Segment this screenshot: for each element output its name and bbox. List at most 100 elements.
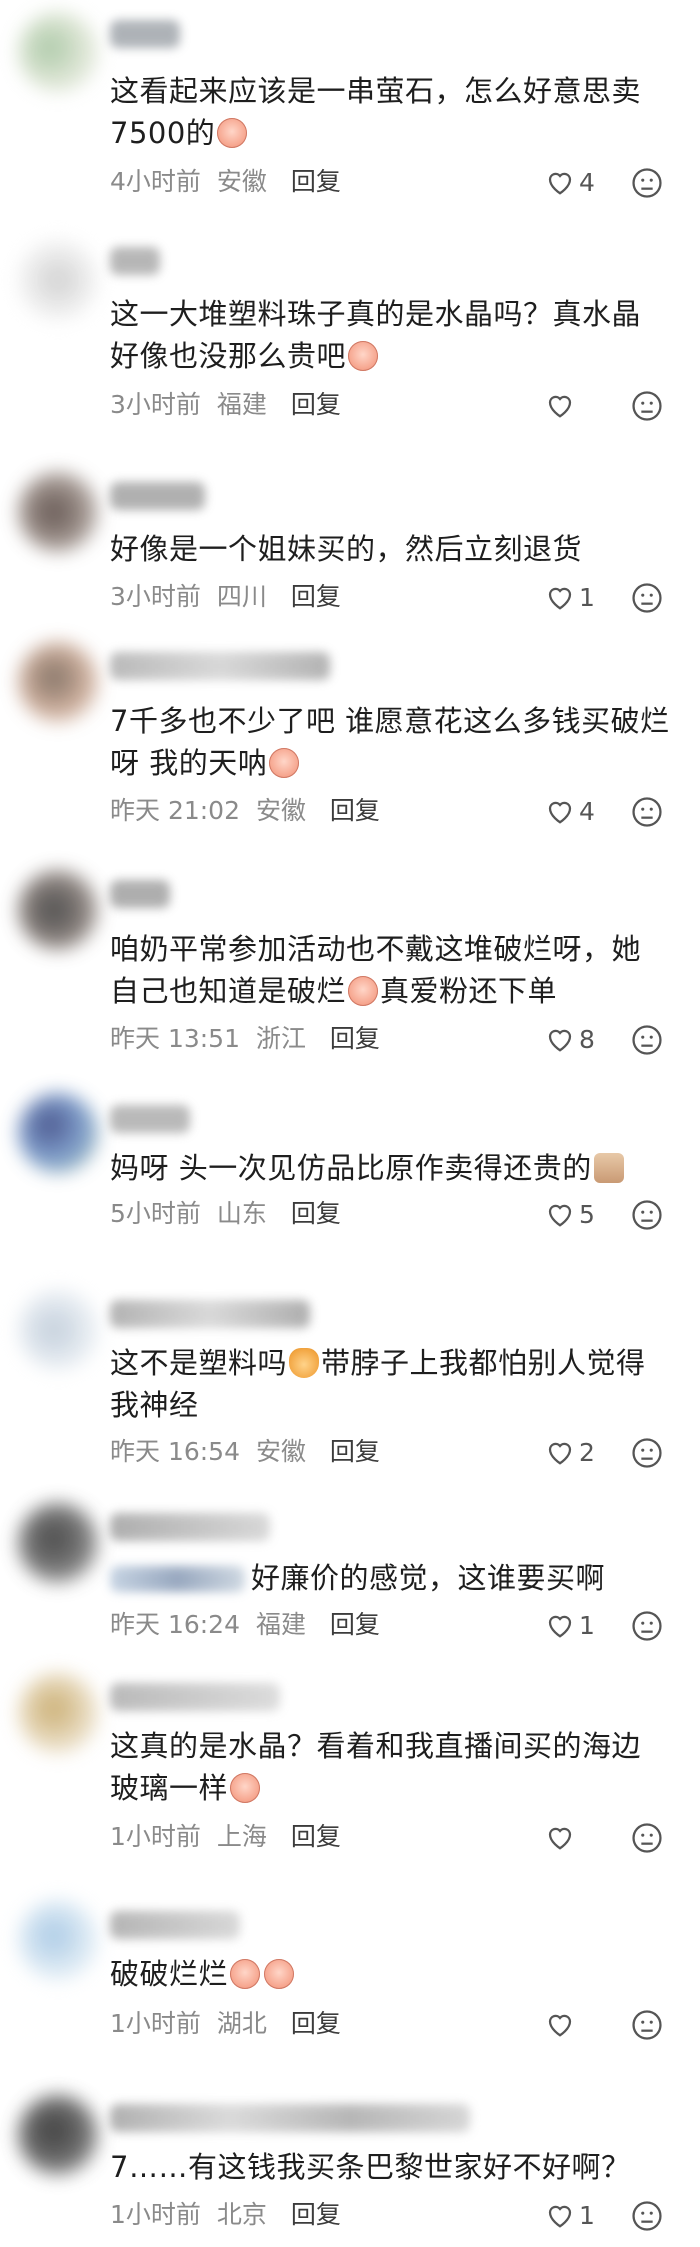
comment-time: 1小时前 [110,1822,201,1851]
like-button[interactable]: 4 [545,165,595,199]
comment-meta: 1小时前 湖北 回复 [110,2007,349,2041]
unhappy-face-icon[interactable] [630,1023,664,1057]
heart-outline-icon [548,172,572,195]
comment-time: 昨天 21:02 [110,796,240,825]
surprised-emoji-icon [269,748,300,778]
crying-emoji-icon [230,1773,261,1803]
comment-location: 福建 [216,390,267,419]
reply-button[interactable]: 回复 [330,1024,380,1053]
unhappy-face-icon[interactable] [630,2199,664,2233]
comment-text: 破破烂烂 [110,1953,670,1995]
username-blurred[interactable] [110,20,180,48]
like-button[interactable]: 8 [545,1022,595,1056]
comment-meta: 昨天 16:54 安徽 回复 [110,1435,388,1469]
like-button[interactable]: 5 [545,1197,595,1231]
comment-time: 昨天 16:24 [110,1610,240,1639]
reply-button[interactable]: 回复 [330,796,380,825]
username-blurred[interactable] [110,1911,240,1939]
like-button[interactable] [545,2007,579,2041]
username-blurred[interactable] [110,247,160,275]
laughing-emoji-icon [348,976,379,1006]
like-button[interactable] [545,388,579,422]
like-button[interactable]: 2 [545,1435,595,1469]
comment-text: 咱奶平常参加活动也不戴这堆破烂呀，她自己也知道是破烂 真爱粉还下单 [110,932,642,1008]
unhappy-face-icon[interactable] [630,389,664,423]
comment-location: 安徽 [255,1437,306,1466]
unhappy-face-icon[interactable] [630,1198,664,1232]
username-blurred[interactable] [110,2104,470,2132]
like-button[interactable]: 1 [545,1608,595,1642]
unhappy-face-icon[interactable] [630,795,664,829]
reply-button[interactable]: 回复 [291,2200,341,2229]
avatar[interactable] [18,472,98,552]
username-blurred[interactable] [110,880,170,908]
like-count: 5 [579,1199,595,1229]
like-button[interactable]: 4 [545,794,595,828]
comment-meta: 昨天 13:51 浙江 回复 [110,1022,388,1056]
like-count: 1 [579,2200,595,2230]
reply-button[interactable]: 回复 [330,1437,380,1466]
reply-button[interactable]: 回复 [291,390,341,419]
comment-location: 山东 [216,1199,267,1228]
comment-text: 妈呀 头一次见仿品比原作卖得还贵的 [110,1147,670,1189]
avatar[interactable] [18,2095,98,2175]
like-button[interactable]: 1 [545,580,595,614]
username-blurred[interactable] [110,652,330,680]
like-count: 4 [579,796,595,826]
like-button[interactable] [545,1820,579,1854]
reply-button[interactable]: 回复 [291,1822,341,1851]
avatar[interactable] [18,240,98,320]
username-blurred[interactable] [110,482,205,510]
heart-outline-icon [548,801,572,824]
heart-outline-icon [548,1029,572,1052]
comment-location: 湖北 [216,2009,267,2038]
comment-meta: 3小时前 四川 回复 [110,580,349,614]
comment-meta: 4小时前 安徽 回复 [110,165,349,199]
comment-text: 7……有这钱我买条巴黎世家好不好啊？ [110,2150,631,2184]
username-blurred[interactable] [110,1683,280,1711]
username-blurred[interactable] [110,1105,190,1133]
comment-location: 浙江 [255,1024,306,1053]
avatar[interactable] [18,642,98,722]
comment-time: 昨天 16:54 [110,1437,240,1466]
reply-button[interactable]: 回复 [291,582,341,611]
avatar[interactable] [18,1290,98,1370]
avatar[interactable] [18,870,98,950]
unhappy-face-icon[interactable] [630,1436,664,1470]
comment-text: 这不是塑料吗 带脖子上我都怕别人觉得我神经 [110,1346,646,1422]
reply-button[interactable]: 回复 [291,167,341,196]
comment-location: 福建 [255,1610,306,1639]
mentioned-user-blurred[interactable] [110,1566,245,1592]
comment-meta: 5小时前 山东 回复 [110,1197,349,1231]
reply-button[interactable]: 回复 [330,1610,380,1639]
avatar[interactable] [18,1093,98,1173]
like-count: 1 [579,582,595,612]
username-blurred[interactable] [110,1513,270,1541]
comment-location: 北京 [216,2200,267,2229]
unhappy-face-icon[interactable] [630,581,664,615]
heart-outline-icon [548,1204,572,1227]
peeking-face-emoji-icon [593,1153,624,1183]
comment-time: 4小时前 [110,167,201,196]
like-button[interactable]: 1 [545,2198,595,2232]
avatar[interactable] [18,1900,98,1980]
heart-outline-icon [548,1827,572,1850]
laughing-emoji-icon [264,1959,295,1989]
avatar[interactable] [18,1673,98,1753]
comment-text: 这一大堆塑料珠子真的是水晶吗？真水晶好像也没那么贵吧 [110,297,642,373]
comment-time: 1小时前 [110,2200,201,2229]
username-blurred[interactable] [110,1300,310,1328]
unhappy-face-icon[interactable] [630,166,664,200]
unhappy-face-icon[interactable] [630,2008,664,2042]
reply-button[interactable]: 回复 [291,2009,341,2038]
avatar[interactable] [18,12,98,92]
like-count: 2 [579,1437,595,1467]
comment-text: 好像是一个姐妹买的，然后立刻退货 [110,532,583,566]
laughing-emoji-icon [230,1959,261,1989]
comment-location: 上海 [216,1822,267,1851]
unhappy-face-icon[interactable] [630,1821,664,1855]
crying-emoji-icon [217,118,248,148]
unhappy-face-icon[interactable] [630,1609,664,1643]
avatar[interactable] [18,1503,98,1583]
reply-button[interactable]: 回复 [291,1199,341,1228]
